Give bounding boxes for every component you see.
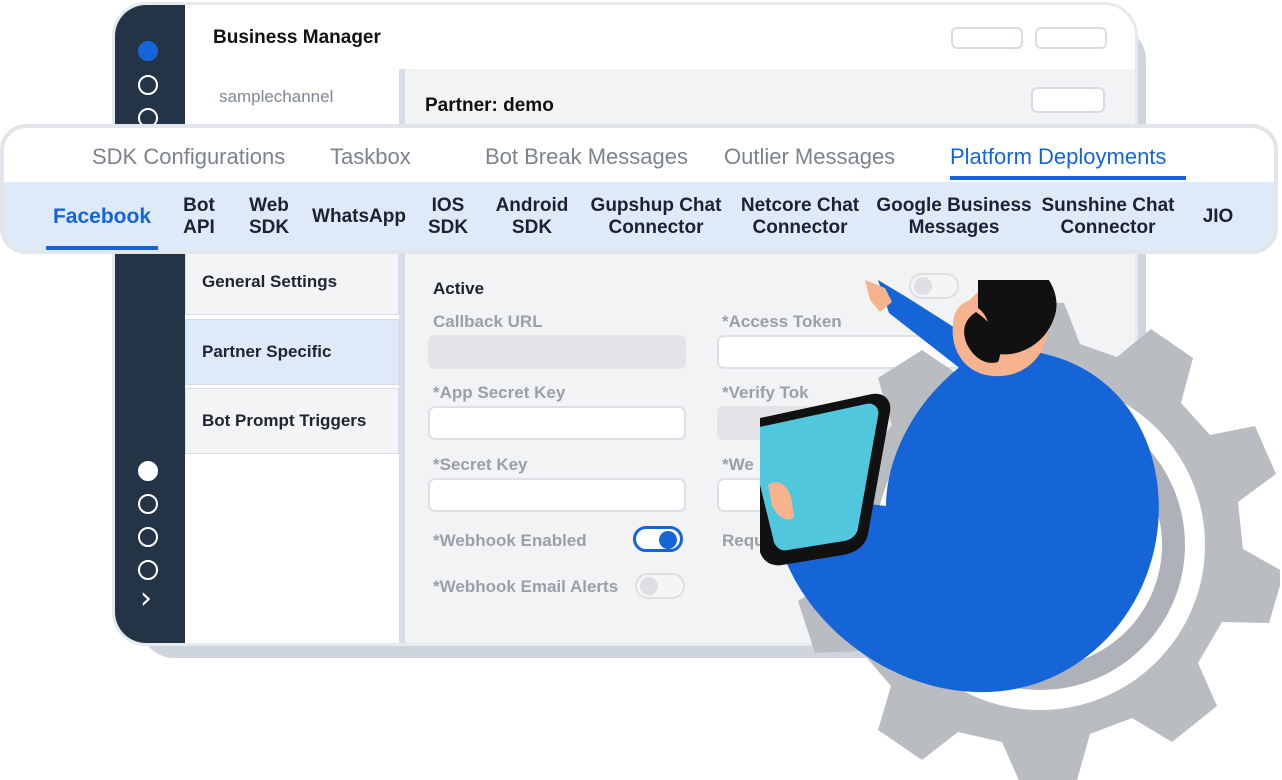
webhook-enabled-toggle[interactable] [633, 526, 683, 552]
top-action-button[interactable] [1035, 27, 1107, 49]
tab-ios-sdk[interactable]: IOS SDK [420, 192, 476, 242]
tab-netcore-chat-connector[interactable]: Netcore Chat Connector [734, 192, 866, 242]
active-platform-underline [46, 246, 158, 250]
tab-facebook[interactable]: Facebook [46, 192, 158, 242]
settings-item-general-settings[interactable]: General Settings [185, 249, 399, 315]
secret-key-label: *Secret Key [433, 455, 528, 474]
tab-android-sdk[interactable]: Android SDK [486, 192, 578, 242]
configuration-gear-illustration [760, 280, 1280, 780]
primary-tab-bar: SDK Configurations Taskbox Bot Break Mes… [4, 128, 1274, 182]
toggle-icon [640, 577, 658, 595]
tab-gupshup-chat-connector[interactable]: Gupshup Chat Connector [588, 192, 724, 242]
webhook-label: *We [722, 455, 754, 474]
callback-url-field [428, 335, 686, 369]
tab-bot-break-messages[interactable]: Bot Break Messages [485, 144, 688, 170]
app-secret-key-field[interactable] [428, 406, 686, 440]
settings-item-partner-specific[interactable]: Partner Specific [185, 319, 399, 385]
navigation-dot-icon[interactable] [138, 527, 158, 547]
tab-outlier-messages[interactable]: Outlier Messages [724, 144, 895, 170]
channel-name: samplechannel [219, 87, 334, 106]
tab-jio[interactable]: JIO [1190, 192, 1246, 242]
chevron-right-icon[interactable]: › [140, 584, 160, 614]
platform-tab-bar: Facebook Bot API Web SDK WhatsApp IOS SD… [4, 182, 1274, 250]
tab-whatsapp[interactable]: WhatsApp [308, 192, 410, 242]
tab-bot-api[interactable]: Bot API [172, 192, 226, 242]
webhook-enabled-label: *Webhook Enabled [433, 531, 587, 550]
deployment-navigation-overlay: SDK Configurations Taskbox Bot Break Mes… [0, 124, 1278, 254]
tab-sdk-configurations[interactable]: SDK Configurations [92, 144, 285, 170]
tab-sunshine-chat-connector[interactable]: Sunshine Chat Connector [1040, 192, 1176, 242]
webhook-email-alerts-toggle[interactable] [635, 573, 685, 599]
navigation-dot-icon[interactable] [138, 494, 158, 514]
filled-navigation-dot-icon[interactable] [138, 461, 158, 481]
top-action-button[interactable] [951, 27, 1023, 49]
tab-taskbox[interactable]: Taskbox [330, 144, 411, 170]
top-bar: Business Manager [185, 5, 1135, 70]
partner-title: Partner: demo [425, 95, 554, 116]
toggle-icon [659, 531, 677, 549]
navigation-dot-icon[interactable] [138, 560, 158, 580]
settings-item-label: General Settings [202, 272, 338, 291]
settings-item-bot-prompt-triggers[interactable]: Bot Prompt Triggers [185, 388, 399, 454]
partner-action-button[interactable] [1031, 87, 1105, 113]
tab-web-sdk[interactable]: Web SDK [240, 192, 298, 242]
app-title: Business Manager [213, 27, 381, 48]
callback-url-label: Callback URL [433, 312, 543, 331]
tab-google-business-messages[interactable]: Google Business Messages [876, 192, 1032, 242]
settings-item-label: Partner Specific [202, 342, 332, 361]
active-tab-underline [950, 176, 1186, 180]
left-navigation-rail: › [115, 5, 185, 643]
webhook-email-alerts-label: *Webhook Email Alerts [433, 577, 619, 596]
navigation-dot-icon[interactable] [138, 75, 158, 95]
secret-key-field[interactable] [428, 478, 686, 512]
settings-item-label: Bot Prompt Triggers [202, 411, 367, 430]
settings-navigation: General Settings Partner Specific Bot Pr… [185, 249, 399, 459]
active-label: Active [433, 279, 485, 298]
active-navigation-dot-icon[interactable] [138, 41, 158, 61]
tab-platform-deployments[interactable]: Platform Deployments [950, 144, 1166, 170]
app-secret-key-label: *App Secret Key [433, 383, 566, 402]
